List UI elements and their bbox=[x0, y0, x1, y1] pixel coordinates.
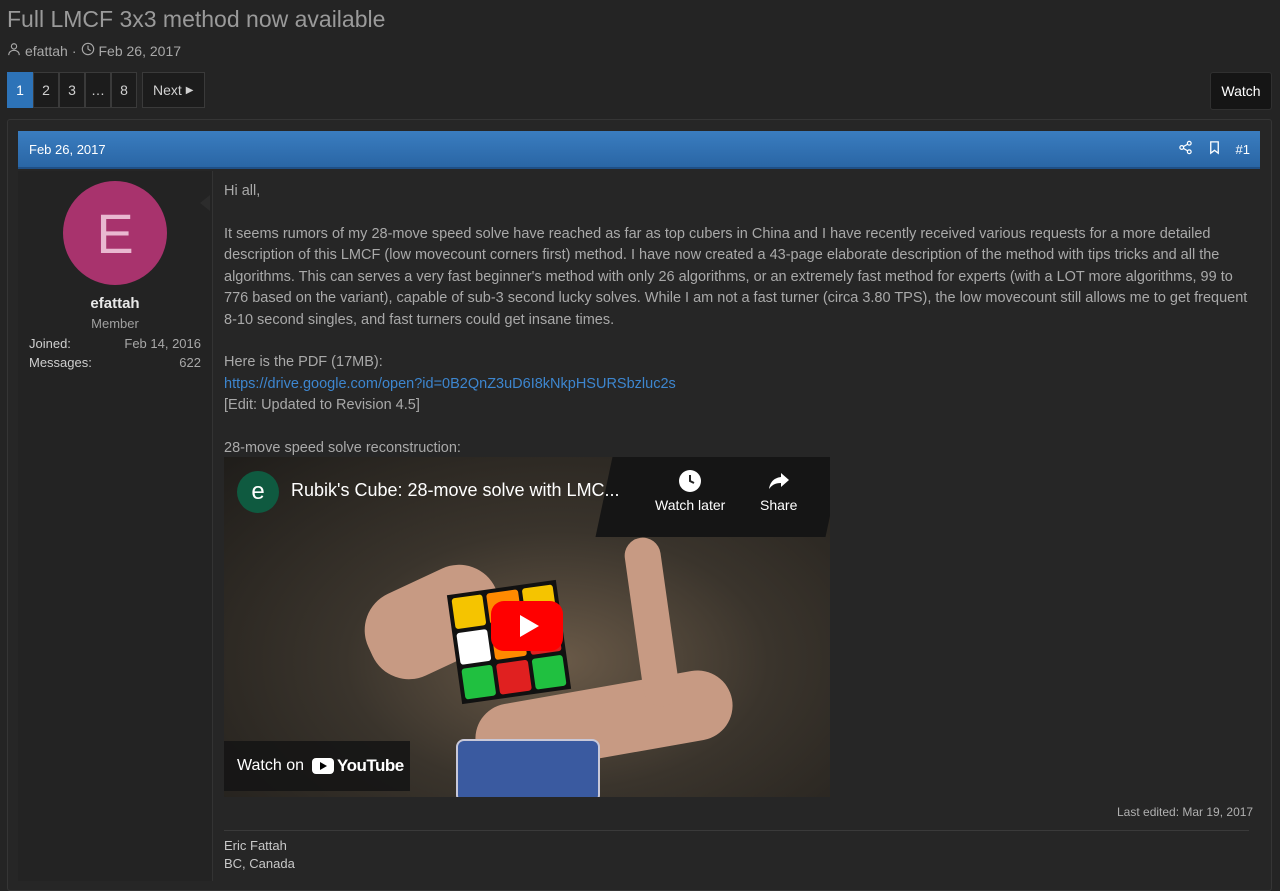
page-jump-ellipsis[interactable]: … bbox=[85, 72, 111, 108]
bookmark-icon[interactable] bbox=[1207, 140, 1222, 158]
user-arrow-pointer bbox=[200, 195, 210, 211]
post-tools: #1 bbox=[1178, 140, 1250, 158]
youtube-wordmark: YouTube bbox=[337, 756, 404, 775]
share-label: Share bbox=[760, 497, 798, 513]
edit-note: [Edit: Updated to Revision 4.5] bbox=[224, 397, 420, 413]
pagination: 1 2 3 … 8 Next ▶ bbox=[7, 72, 205, 108]
messages-label: Messages: bbox=[29, 355, 92, 370]
share-video-button[interactable]: Share bbox=[760, 469, 797, 513]
pdf-label: Here is the PDF (17MB): bbox=[224, 354, 383, 370]
signature: Eric Fattah BC, Canada bbox=[224, 837, 295, 873]
joined-stat: Joined: Feb 14, 2016 bbox=[29, 336, 201, 351]
user-role: Member bbox=[91, 316, 139, 331]
next-page-button[interactable]: Next ▶ bbox=[142, 72, 205, 108]
pdf-link[interactable]: https://drive.google.com/open?id=0B2QnZ3… bbox=[224, 376, 676, 392]
separator-dot: · bbox=[71, 42, 77, 59]
signature-line: Eric Fattah bbox=[224, 838, 287, 853]
channel-avatar[interactable]: e bbox=[237, 471, 279, 513]
play-button[interactable] bbox=[491, 601, 563, 651]
page-button-8[interactable]: 8 bbox=[111, 72, 137, 108]
post-paragraph: It seems rumors of my 28-move speed solv… bbox=[224, 225, 1248, 328]
thread-date[interactable]: Feb 26, 2017 bbox=[99, 43, 182, 59]
watch-on-label: Watch on bbox=[237, 757, 304, 774]
video-label: 28-move speed solve reconstruction: bbox=[224, 439, 461, 456]
share-icon[interactable] bbox=[1178, 140, 1193, 158]
messages-value: 622 bbox=[179, 355, 201, 370]
thread-title: Full LMCF 3x3 method now available bbox=[7, 6, 386, 32]
caret-right-icon: ▶ bbox=[185, 84, 194, 96]
joined-label: Joined: bbox=[29, 336, 71, 351]
next-label: Next bbox=[153, 82, 182, 98]
username[interactable]: efattah bbox=[18, 295, 212, 312]
post-date[interactable]: Feb 26, 2017 bbox=[29, 142, 106, 157]
last-edited: Last edited: Mar 19, 2017 bbox=[1117, 805, 1254, 819]
post-number[interactable]: #1 bbox=[1236, 142, 1250, 157]
signature-line: BC, Canada bbox=[224, 856, 295, 871]
youtube-embed[interactable]: e Rubik's Cube: 28-move solve with LMC..… bbox=[224, 457, 830, 797]
user-icon bbox=[7, 42, 21, 59]
page-button-3[interactable]: 3 bbox=[59, 72, 85, 108]
share-arrow-icon bbox=[768, 473, 789, 489]
thread-meta: efattah · Feb 26, 2017 bbox=[7, 42, 181, 59]
play-icon bbox=[519, 615, 539, 637]
post-greeting: Hi all, bbox=[224, 183, 261, 199]
post-header: Feb 26, 2017 #1 bbox=[18, 131, 1260, 169]
messages-stat: Messages: 622 bbox=[29, 355, 201, 370]
clock-icon bbox=[679, 470, 702, 492]
youtube-logo: YouTube bbox=[312, 756, 404, 776]
page-button-1[interactable]: 1 bbox=[7, 72, 33, 108]
watch-on-youtube-button[interactable]: Watch on YouTube bbox=[224, 741, 410, 791]
signature-divider bbox=[224, 830, 1249, 831]
watch-later-button[interactable]: Watch later bbox=[655, 469, 725, 513]
watch-button[interactable]: Watch bbox=[1210, 72, 1272, 110]
avatar[interactable]: E bbox=[63, 181, 167, 285]
page-button-2[interactable]: 2 bbox=[33, 72, 59, 108]
thread-author[interactable]: efattah bbox=[25, 43, 68, 59]
stackmat-timer-scene bbox=[456, 739, 600, 797]
joined-value: Feb 14, 2016 bbox=[124, 336, 201, 351]
watch-later-label: Watch later bbox=[655, 497, 726, 513]
user-info-column: E efattah Member Joined: Feb 14, 2016 Me… bbox=[18, 171, 213, 881]
video-title[interactable]: Rubik's Cube: 28-move solve with LMC... bbox=[291, 480, 620, 501]
post-body: Hi all, It seems rumors of my 28-move sp… bbox=[224, 181, 1254, 459]
youtube-play-icon bbox=[312, 758, 334, 774]
clock-icon bbox=[81, 42, 95, 59]
